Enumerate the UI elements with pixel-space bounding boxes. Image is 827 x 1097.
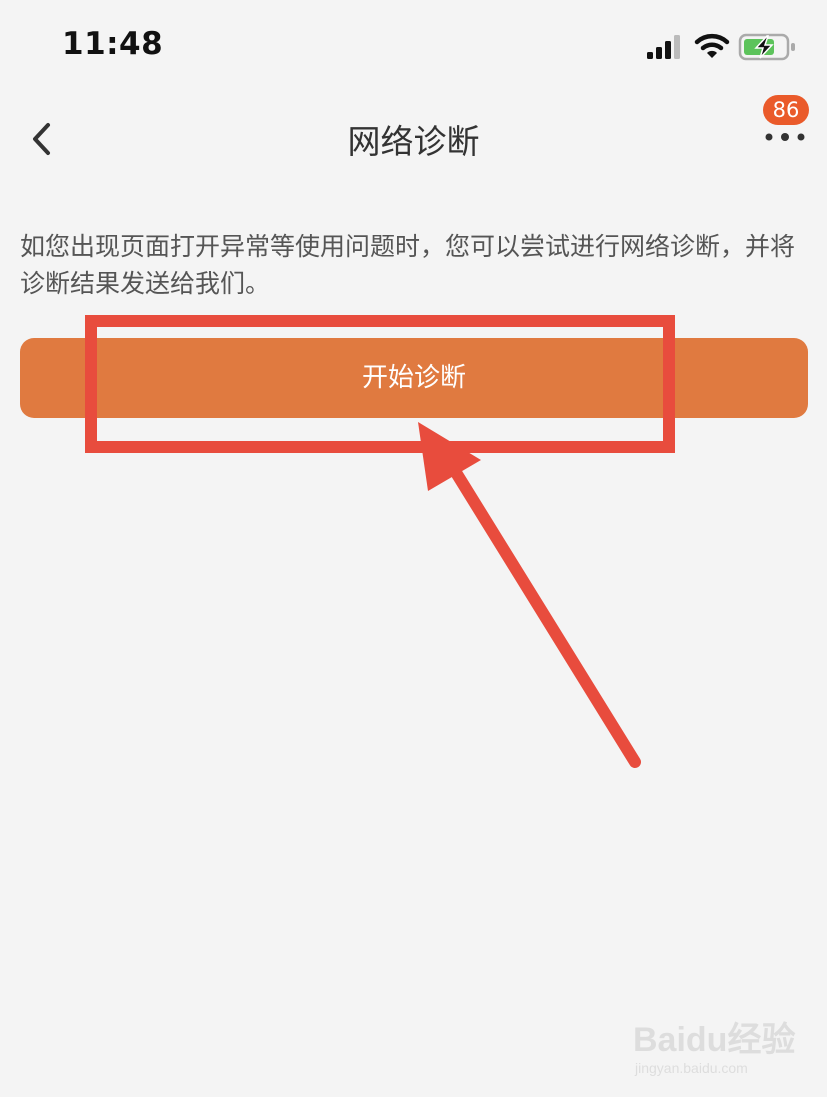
watermark-logo-text: Baidu经验 [633,1021,796,1059]
notification-badge: 86 [763,95,809,125]
status-icons-svg [647,33,795,61]
status-time: 11:48 [62,26,164,62]
page-title: 网络诊断 [347,122,480,161]
status-icons [647,33,797,61]
more-dots-icon [765,133,805,141]
more-button[interactable]: 86 [755,95,815,155]
diagnosis-description: 如您出现页面打开异常等使用问题时，您可以尝试进行网络诊断，并将诊断结果发送给我们… [20,232,796,298]
cellular-signal-icon [647,35,680,59]
baidu-watermark: Baidu经验 jingyan.baidu.com [633,1008,803,1088]
battery-charging-icon [738,33,795,61]
wifi-icon [694,33,730,58]
nav-bar: 网络诊断 86 [0,95,827,185]
highlight-annotation-box [85,315,675,453]
status-bar: 11:48 [0,0,827,90]
watermark-url: jingyan.baidu.com [635,1060,748,1076]
annotation-arrow-icon [418,422,641,768]
